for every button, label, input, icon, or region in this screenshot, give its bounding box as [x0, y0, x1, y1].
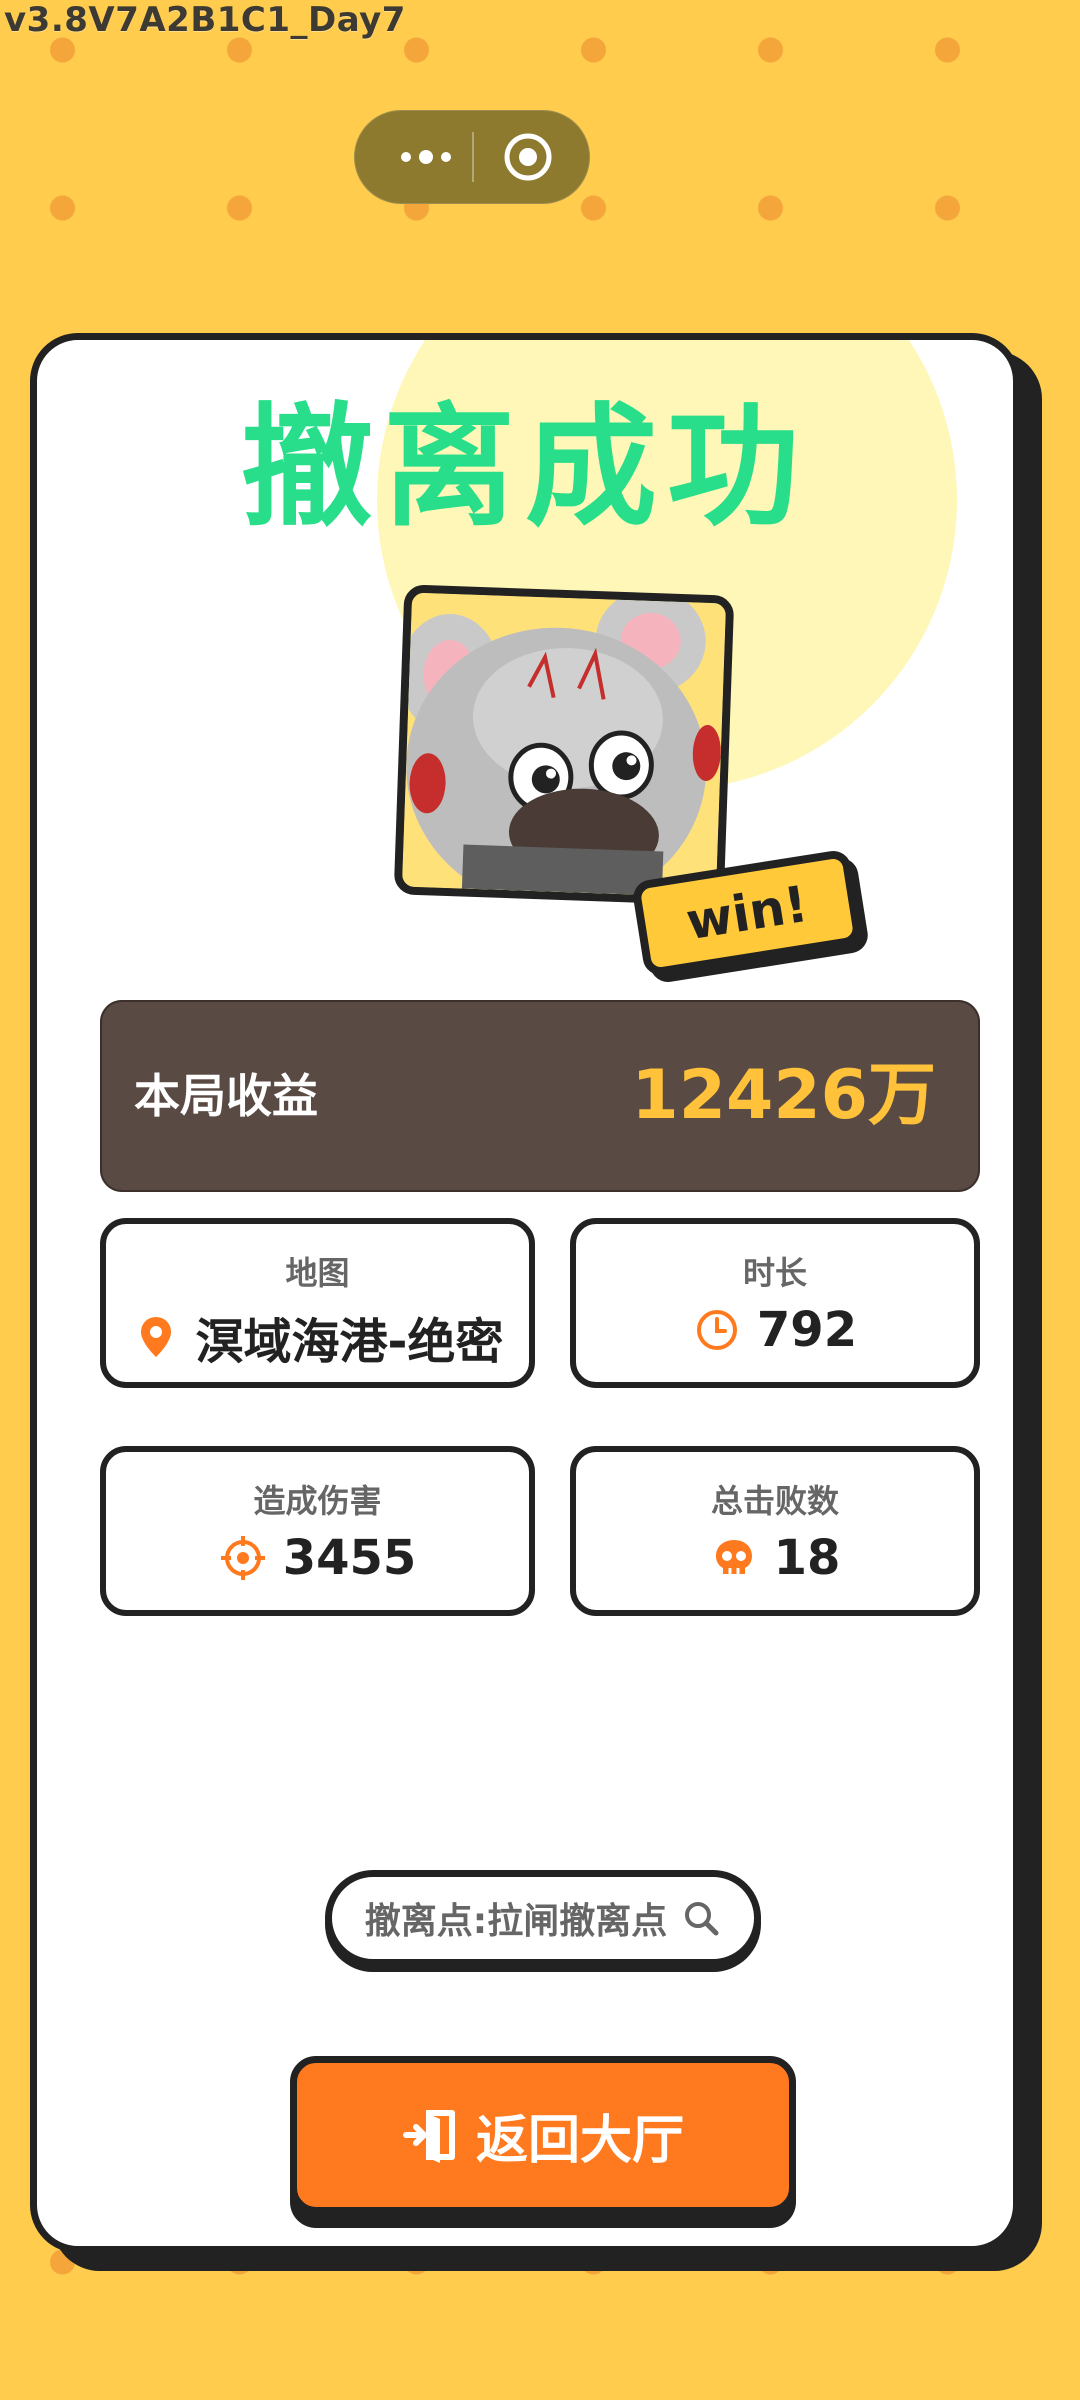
crosshair-icon	[220, 1536, 265, 1580]
mouse-avatar	[393, 584, 735, 906]
more-dots-icon[interactable]	[382, 110, 470, 204]
version-label: v3.8V7A2B1C1_Day7	[4, 0, 406, 40]
evac-point-text: 撤离点:拉闸撤离点	[364, 1901, 668, 1942]
stat-value: 18	[773, 1530, 841, 1586]
income-panel: 本局收益 12426万	[100, 1000, 980, 1192]
skull-icon	[715, 1540, 752, 1574]
stat-label: 地图	[285, 1254, 350, 1292]
stat-label: 总击败数	[710, 1482, 839, 1520]
result-card: 撤离成功 win! 本局收益 12426万 地图 溟域海港-绝密 时长 792 …	[30, 333, 1020, 2253]
stat-duration: 时长 792	[570, 1218, 980, 1388]
stat-map: 地图 溟域海港-绝密	[100, 1218, 535, 1388]
stat-damage: 造成伤害 3455	[100, 1446, 535, 1616]
income-label: 本局收益	[134, 1069, 318, 1123]
income-value: 12426万	[631, 1056, 936, 1135]
stat-value: 3455	[282, 1530, 417, 1586]
capsule-divider	[472, 132, 474, 182]
clock-icon	[696, 1310, 737, 1350]
stat-label: 时长	[742, 1254, 807, 1292]
stat-value: 溟域海港-绝密	[195, 1314, 504, 1370]
stat-value: 792	[756, 1302, 858, 1358]
stat-label: 造成伤害	[253, 1482, 382, 1520]
target-close-icon[interactable]	[502, 131, 554, 183]
stat-kills: 总击败数 18	[570, 1446, 980, 1616]
miniprogram-capsule	[354, 110, 590, 204]
location-pin-icon	[140, 1317, 171, 1357]
search-icon	[685, 1902, 719, 1936]
return-lobby-button[interactable]: 返回大厅	[290, 2056, 796, 2214]
return-lobby-label: 返回大厅	[475, 2110, 684, 2171]
avatar-group: win!	[393, 584, 864, 978]
evac-point-pill[interactable]: 撤离点:拉闸撤离点	[325, 1870, 761, 1966]
exit-door-icon	[402, 2110, 455, 2163]
result-title: 撤离成功	[241, 391, 809, 545]
